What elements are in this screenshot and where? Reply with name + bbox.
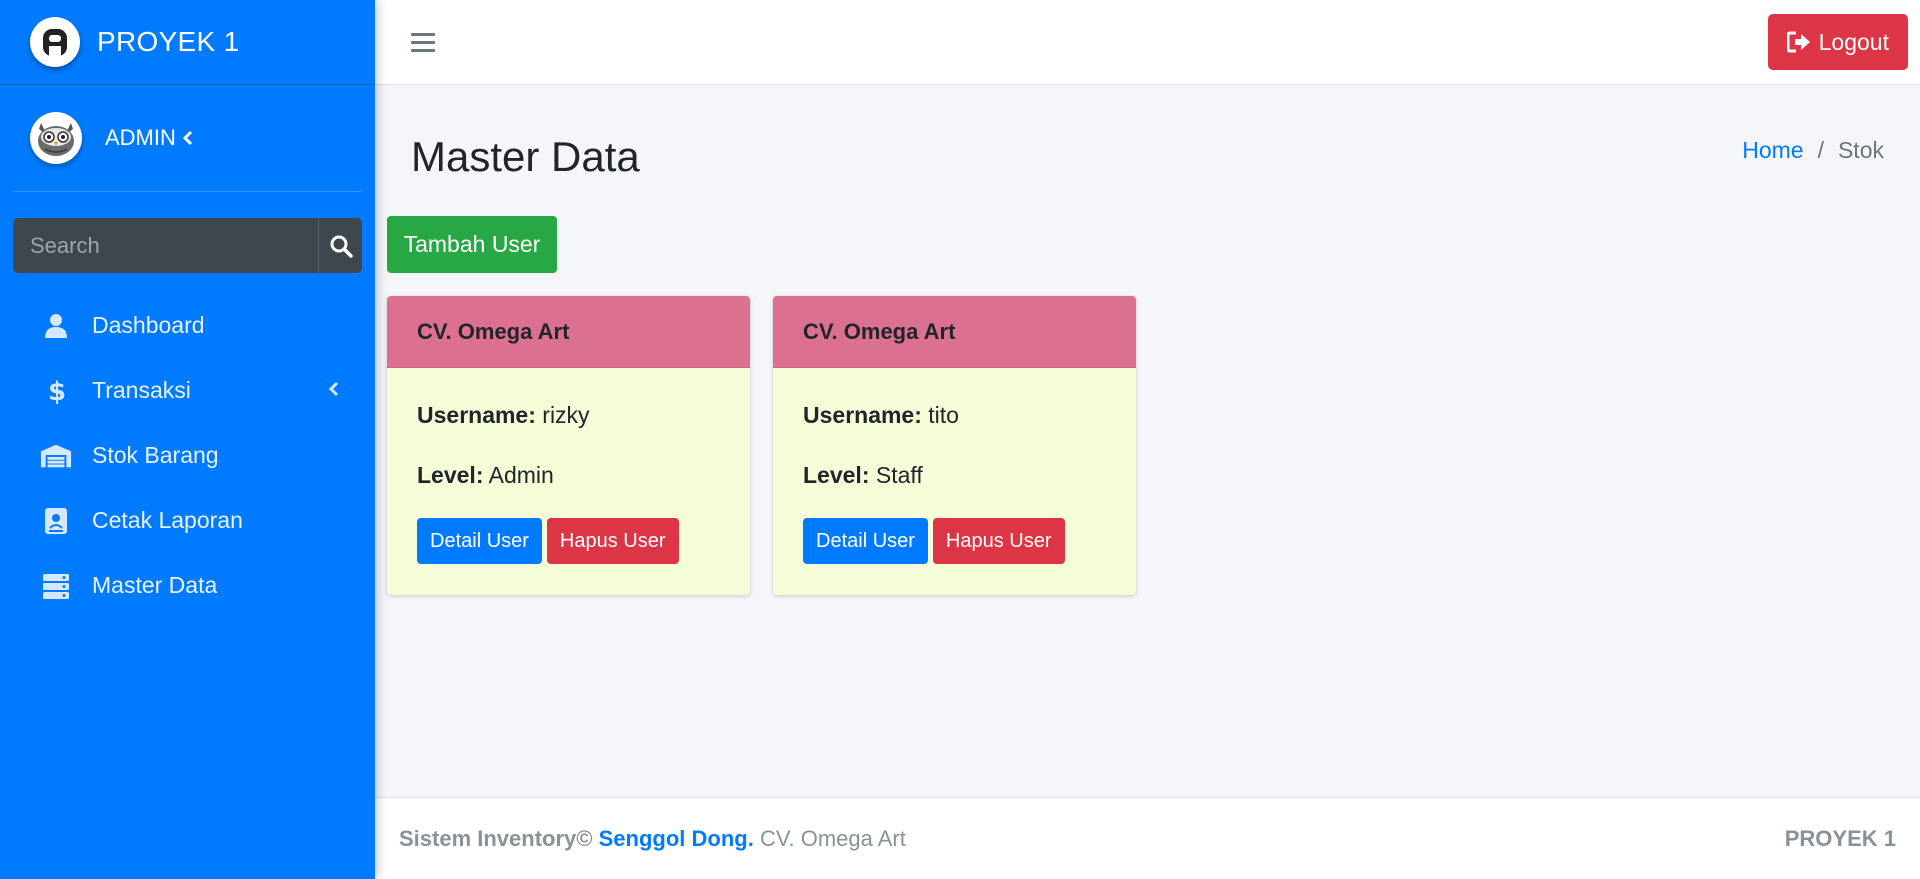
user-panel[interactable]: ADMIN: [13, 85, 362, 192]
card-body: Username: rizky Level: Admin Detail User…: [387, 368, 750, 564]
username-row: Username: rizky: [417, 402, 720, 429]
card-title: CV. Omega Art: [387, 296, 750, 368]
level-row: Level: Staff: [803, 462, 1106, 489]
sidebar-search: [13, 218, 362, 273]
chevron-left-icon: [328, 381, 339, 397]
card-body: Username: tito Level: Staff Detail User …: [773, 368, 1136, 564]
dollar-icon: $: [40, 375, 72, 407]
detail-user-button[interactable]: Detail User: [803, 518, 928, 564]
sidebar-item-label: Master Data: [92, 572, 218, 598]
sidebar-item-label: Dashboard: [92, 312, 205, 338]
delete-user-button[interactable]: Hapus User: [546, 518, 679, 564]
delete-user-button[interactable]: Hapus User: [932, 518, 1065, 564]
brand-logo-icon: [30, 17, 80, 67]
footer-prefix: Sistem Inventory©: [399, 825, 593, 851]
card-actions: Detail User Hapus User: [417, 518, 720, 564]
footer-link[interactable]: Senggol Dong.: [599, 826, 754, 851]
server-icon: [40, 570, 72, 602]
user-card: CV. Omega Art Username: rizky Level: Adm…: [387, 296, 750, 595]
brand-link[interactable]: PROYEK 1: [0, 0, 375, 85]
breadcrumb: Home / Stok: [1742, 137, 1884, 164]
brand-name: PROYEK 1: [97, 26, 240, 57]
content-header: Master Data Home / Stok: [375, 85, 1920, 215]
sidebar-item-label: Stok Barang: [92, 442, 219, 468]
sidebar-item-label: Transaksi: [92, 377, 191, 403]
sidebar-nav: Dashboard $ Transaksi Stok Barang Cetak …: [0, 293, 375, 618]
top-navbar: Logout: [375, 0, 1920, 85]
card-actions: Detail User Hapus User: [803, 518, 1106, 564]
level-value: Staff: [875, 462, 923, 488]
search-button[interactable]: [319, 218, 362, 273]
search-input[interactable]: [13, 218, 319, 273]
sidebar-item-dashboard[interactable]: Dashboard: [0, 293, 375, 358]
menu-toggle-icon[interactable]: [411, 32, 435, 52]
logout-button[interactable]: Logout: [1767, 14, 1908, 70]
level-label: Level:: [803, 462, 870, 488]
footer: Sistem Inventory© Senggol Dong. CV. Omeg…: [375, 797, 1920, 879]
card-title: CV. Omega Art: [773, 296, 1136, 368]
warehouse-icon: [40, 440, 72, 472]
username-value: tito: [928, 402, 959, 428]
detail-user-button[interactable]: Detail User: [417, 518, 542, 564]
user-name: ADMIN: [105, 125, 194, 151]
logout-label: Logout: [1818, 28, 1889, 55]
level-value: Admin: [488, 462, 554, 488]
page-title: Master Data: [411, 133, 640, 180]
chevron-left-icon: [182, 130, 192, 146]
username-label: Username:: [417, 402, 536, 428]
sidebar-item-cetak-laporan[interactable]: Cetak Laporan: [0, 488, 375, 553]
breadcrumb-current: Stok: [1837, 137, 1884, 163]
add-user-button[interactable]: Tambah User: [387, 216, 557, 273]
search-icon: [330, 235, 353, 258]
user-name-label: ADMIN: [105, 125, 176, 150]
sidebar-item-stok-barang[interactable]: Stok Barang: [0, 423, 375, 488]
sidebar-item-transaksi[interactable]: $ Transaksi: [0, 358, 375, 423]
svg-text:$: $: [48, 377, 66, 405]
sidebar-item-label: Cetak Laporan: [92, 507, 243, 533]
breadcrumb-separator: /: [1817, 137, 1824, 163]
sidebar: PROYEK 1 ADMIN Search Dashboard $ Transa…: [0, 0, 375, 879]
level-row: Level: Admin: [417, 462, 720, 489]
user-icon: [40, 310, 72, 342]
footer-company: CV. Omega Art: [759, 825, 906, 851]
username-row: Username: tito: [803, 402, 1106, 429]
report-icon: [40, 505, 72, 537]
footer-left: Sistem Inventory© Senggol Dong. CV. Omeg…: [399, 826, 906, 852]
owl-avatar: [30, 112, 82, 164]
sidebar-item-master-data[interactable]: Master Data: [0, 553, 375, 618]
username-value: rizky: [542, 402, 590, 428]
user-card: CV. Omega Art Username: tito Level: Staf…: [773, 296, 1136, 595]
sign-out-icon: [1786, 31, 1810, 53]
breadcrumb-home-link[interactable]: Home: [1742, 137, 1803, 164]
level-label: Level:: [417, 462, 484, 488]
footer-right: PROYEK 1: [1784, 825, 1896, 851]
username-label: Username:: [803, 402, 922, 428]
